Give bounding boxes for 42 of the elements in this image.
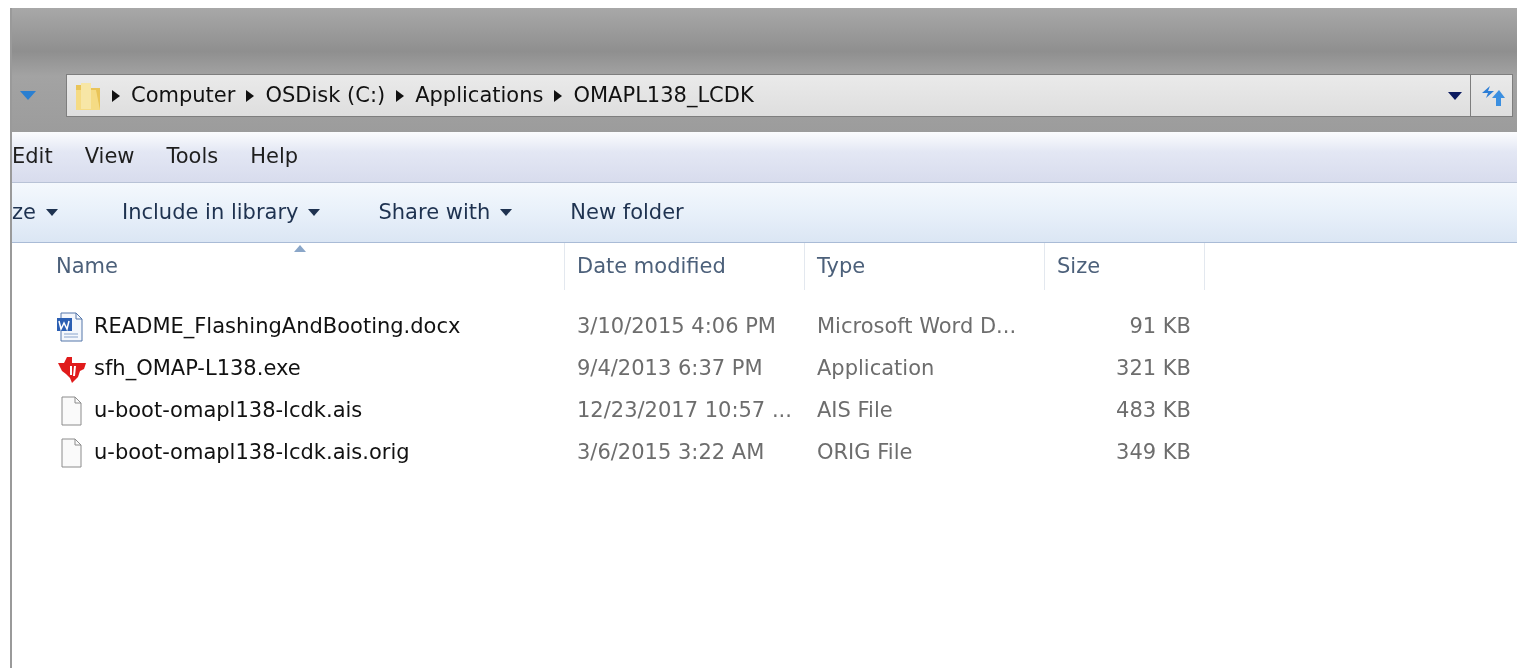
caret-icon [308,209,321,216]
file-date: 3/10/2015 4:06 PM [576,313,777,341]
file-date: 3/6/2015 3:22 AM [576,439,766,467]
file-name[interactable]: u-boot-omapl138-lcdk.ais [94,395,363,427]
breadcrumb-arrow-icon[interactable] [395,89,406,102]
caret-icon [45,209,58,216]
sort-arrow-icon [293,245,306,252]
file-size: 483 KB [1115,397,1192,425]
menu-item[interactable]: Tools [166,141,235,173]
folder-icon [75,80,101,111]
menu-item[interactable]: Help [250,141,315,173]
dropdown-arrow-icon[interactable] [1448,91,1462,100]
toolbar-button[interactable]: Share with [378,196,513,229]
file-name[interactable]: u-boot-omapl138-lcdk.ais.orig [94,437,410,469]
file-date: 9/4/2013 6:37 PM [576,355,764,383]
breadcrumb[interactable]: Computer [131,79,236,112]
file-size: 321 KB [1115,355,1192,383]
file-type: ORIG File [816,439,914,467]
file-size: 91 KB [1128,313,1192,341]
breadcrumb-arrow-icon[interactable] [245,89,256,102]
menu-item[interactable]: View [84,141,151,173]
breadcrumb-arrow-icon[interactable] [553,89,564,102]
application-icon [56,354,86,384]
toolbar-button[interactable]: ze [12,196,58,229]
file-type: Microsoft Word D... [816,313,1018,341]
address-bar[interactable]: Computer OSDisk (C:) Applications OMAPL138_LCDK [66,74,1471,117]
breadcrumb[interactable]: Applications [415,79,544,112]
toolbar-button[interactable]: Include in library [121,196,321,229]
document-icon [56,312,86,342]
file-type: Application [816,355,936,383]
menu-item[interactable]: Edit [12,141,69,173]
caret-icon [500,209,513,216]
file-date: 12/23/2017 10:57 ... [576,397,793,425]
file-name[interactable]: README_FlashingAndBooting.docx [94,311,461,343]
breadcrumb-arrow-icon[interactable] [111,89,121,102]
breadcrumb[interactable]: OMAPL138_LCDK [573,79,754,112]
file-type: AIS File [816,397,894,425]
toolbar-button[interactable]: New folder [570,196,684,229]
refresh-button[interactable] [1471,74,1513,117]
breadcrumb[interactable]: OSDisk (C:) [265,79,386,112]
file-name[interactable]: sfh_OMAP-L138.exe [94,353,301,385]
file-size: 349 KB [1115,439,1192,467]
